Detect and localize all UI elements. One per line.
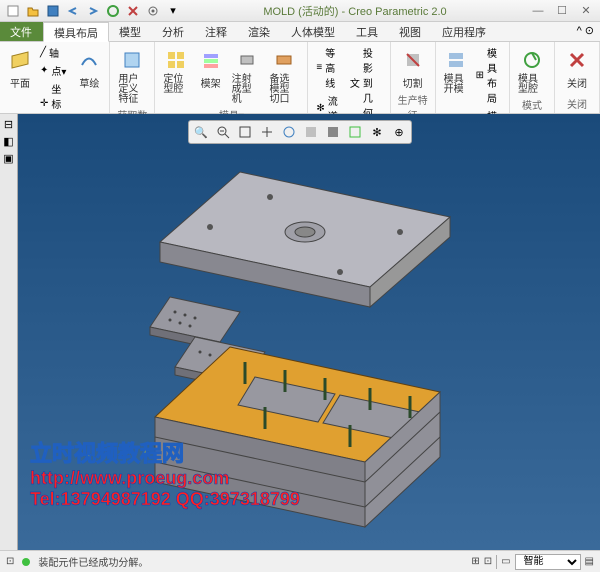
section-icon[interactable] — [301, 123, 321, 141]
zoom-fit-icon[interactable] — [235, 123, 255, 141]
wireframe-icon[interactable] — [345, 123, 365, 141]
moldbase-button[interactable]: 模架 — [196, 44, 226, 92]
watermark: 立时视频教程网 http://www.proeug.com Tel:137949… — [30, 436, 300, 510]
select-mode-icon[interactable]: ⊡ — [484, 556, 492, 567]
refit-icon[interactable] — [257, 123, 277, 141]
point-icon: ✦ — [40, 65, 48, 76]
selection-filter[interactable]: 智能 — [515, 554, 581, 570]
cavity-layout-button[interactable]: 定位型腔 — [161, 44, 191, 97]
layers-icon[interactable]: ◧ — [3, 135, 13, 148]
redo-icon[interactable] — [84, 2, 102, 20]
menubar: 文件 模具布局 模型 分析 注释 渲染 人体模型 工具 视图 应用程序 ^ ⊙ — [0, 22, 600, 42]
statusbar: ⊡ 装配元件已经成功分解。 ⊞ ⊡ ▭ 智能 ▤ — [0, 550, 600, 572]
ribbon-group-close: 关闭 关闭 — [555, 42, 600, 113]
file-menu[interactable]: 文件 — [0, 22, 43, 41]
ribbon: 平面 ╱轴 ✦点▾ ✛坐标系 草绘 基准▾ 用户定义特征 获取数据 定位型腔 模… — [0, 42, 600, 114]
ribbon-group-production: 切割 生产特征 — [391, 42, 436, 113]
cut-button[interactable]: 切割 — [397, 44, 429, 92]
group-label-close: 关闭 — [561, 96, 593, 111]
watermark-url: http://www.proeug.com — [30, 468, 300, 489]
project-geom-button[interactable]: 文投影到几何 — [348, 44, 384, 121]
alt-cutout-button[interactable]: 备选模型切口 — [268, 44, 302, 107]
mold-layout-analysis-button[interactable]: ⊞模具布局 — [474, 44, 503, 106]
runner-icon: ✻ — [316, 103, 324, 114]
style-icon[interactable]: ✻ — [367, 123, 387, 141]
zoom-out-icon[interactable] — [213, 123, 233, 141]
ribbon-help-icon[interactable]: ^ ⊙ — [571, 22, 600, 41]
annotate-icon[interactable]: ⊕ — [389, 123, 409, 141]
ribbon-group-mode: 模具型腔 模式 — [510, 42, 555, 113]
viewport[interactable]: ⊟ ◧ ▣ 🔍 ✻ ⊕ — [0, 114, 600, 550]
status-message: 装配元件已经成功分解。 — [38, 554, 148, 569]
point-button[interactable]: ✦点▾ — [38, 62, 71, 79]
status-indicator-icon: ⊡ — [6, 556, 14, 567]
ribbon-group-getdata: 用户定义特征 获取数据 — [110, 42, 155, 113]
tab-render[interactable]: 渲染 — [238, 22, 281, 41]
axis-button[interactable]: ╱轴 — [38, 44, 71, 61]
close-button[interactable]: ✕ — [576, 3, 596, 19]
folder-icon[interactable]: ▣ — [3, 152, 13, 165]
left-sidebar: ⊟ ◧ ▣ — [0, 114, 18, 550]
group-label-mode: 模式 — [516, 97, 548, 112]
open-icon[interactable] — [24, 2, 42, 20]
undo-icon[interactable] — [64, 2, 82, 20]
project-icon: 文 — [350, 75, 360, 90]
settings-icon[interactable] — [144, 2, 162, 20]
quick-access-toolbar: ▾ — [4, 2, 182, 20]
tab-manikin[interactable]: 人体模型 — [281, 22, 346, 41]
tab-applications[interactable]: 应用程序 — [432, 22, 497, 41]
plane-button[interactable]: 平面 — [6, 44, 34, 92]
sketch-button[interactable]: 草绘 — [75, 44, 103, 92]
view-toolbar: 🔍 ✻ ⊕ — [188, 120, 412, 144]
injection-button[interactable]: 注射成型机 — [230, 44, 264, 107]
watermark-contact: Tel:13794987192 QQ:397318799 — [30, 489, 300, 510]
watermark-title: 立时视频教程网 — [30, 436, 300, 468]
tab-model[interactable]: 模型 — [109, 22, 152, 41]
minimize-button[interactable]: — — [528, 3, 548, 19]
titlebar: ▾ MOLD (活动的) - Creo Parametric 2.0 — ☐ ✕ — [0, 0, 600, 22]
window-controls: — ☐ ✕ — [528, 3, 596, 19]
window-title: MOLD (活动的) - Creo Parametric 2.0 — [182, 3, 528, 19]
ribbon-group-mold: 定位型腔 模架 注射成型机 备选模型切口 模具▾ — [155, 42, 308, 113]
redraw-icon[interactable] — [279, 123, 299, 141]
csys-icon: ✛ — [40, 98, 48, 109]
maximize-button[interactable]: ☐ — [552, 3, 572, 19]
layout-icon: ⊞ — [476, 70, 484, 81]
ribbon-group-datum: 平面 ╱轴 ✦点▾ ✛坐标系 草绘 基准▾ — [0, 42, 110, 113]
tree-icon[interactable]: ⊟ — [4, 118, 13, 131]
mold-open-button[interactable]: 模具开模 — [442, 44, 470, 97]
contour-icon: ≡ — [316, 62, 322, 73]
shade-icon[interactable] — [323, 123, 343, 141]
close-mode-button[interactable]: 关闭 — [561, 44, 593, 92]
udf-button[interactable]: 用户定义特征 — [116, 44, 148, 107]
tab-mold-layout[interactable]: 模具布局 — [43, 22, 109, 42]
filter-icon[interactable]: ⊞ — [471, 556, 479, 567]
status-dot-icon — [22, 558, 30, 566]
plane-label: 平面 — [10, 75, 30, 90]
tab-tools[interactable]: 工具 — [346, 22, 389, 41]
tab-annotate[interactable]: 注释 — [195, 22, 238, 41]
contour-button[interactable]: ≡等高线 — [314, 44, 344, 91]
qat-dropdown-icon[interactable]: ▾ — [164, 2, 182, 20]
close-window-icon[interactable] — [124, 2, 142, 20]
mold-cavity-button[interactable]: 模具型腔 — [516, 44, 548, 97]
new-icon[interactable] — [4, 2, 22, 20]
save-icon[interactable] — [44, 2, 62, 20]
axis-icon: ╱ — [40, 47, 46, 58]
status-menu-icon[interactable]: ▤ — [585, 556, 594, 567]
geom-filter-icon[interactable]: ▭ — [501, 556, 510, 567]
regen-icon[interactable] — [104, 2, 122, 20]
zoom-in-icon[interactable]: 🔍 — [191, 123, 211, 141]
tab-view[interactable]: 视图 — [389, 22, 432, 41]
ribbon-group-design: ≡等高线 ✻流道 ⊙轮廓曲线 文投影到几何 ◐顶杆孔 设计特征 — [308, 42, 390, 113]
tab-analysis[interactable]: 分析 — [152, 22, 195, 41]
ribbon-group-analysis: 模具开模 ⊞模具布局 ⊡模具分析 分析▾ — [436, 42, 510, 113]
